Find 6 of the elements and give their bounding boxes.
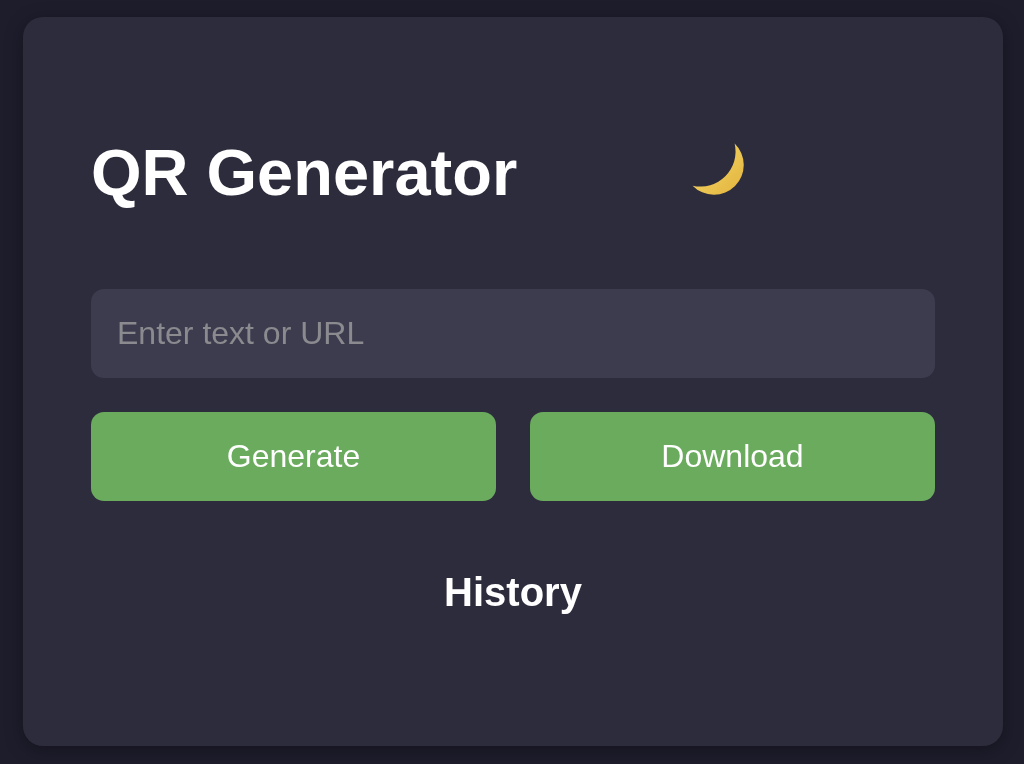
history-heading: History (444, 569, 582, 615)
moon-icon[interactable] (692, 143, 745, 195)
text-input-field[interactable]: Enter text or URL (91, 289, 935, 378)
app-title: QR Generator (91, 135, 518, 211)
generate-button[interactable]: Generate (91, 412, 496, 501)
download-button[interactable]: Download (530, 412, 935, 501)
